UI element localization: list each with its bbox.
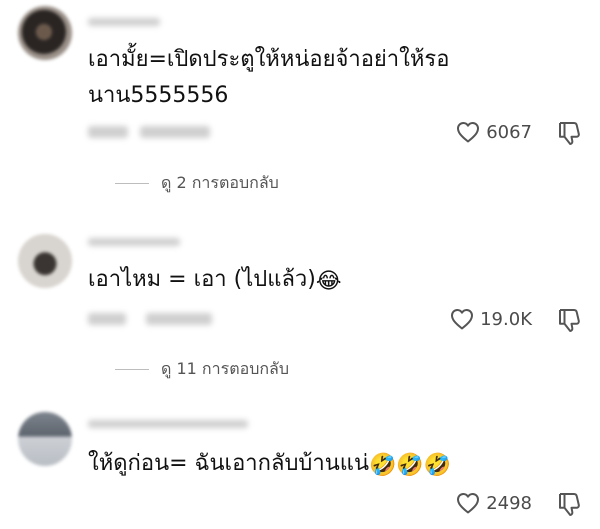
like-button[interactable]: 6067	[456, 121, 532, 143]
thumbs-down-outline-icon[interactable]	[556, 307, 582, 333]
like-count: 19.0K	[480, 308, 532, 330]
avatar[interactable]	[18, 412, 72, 466]
reply-link-blurred[interactable]	[140, 126, 210, 138]
rolling-on-floor-laughing-emoji: 🤣🤣🤣	[368, 453, 452, 478]
like-button[interactable]: 2498	[456, 492, 532, 514]
reply-link-blurred[interactable]	[146, 313, 212, 325]
divider	[115, 183, 149, 184]
like-count: 2498	[486, 492, 532, 514]
username-blurred[interactable]	[88, 238, 180, 246]
avatar[interactable]	[18, 6, 72, 60]
comment-meta-blurred	[88, 126, 128, 138]
comment-text: เอามั้ย=เปิดประตูให้หน่อยจ้าอย่าให้รอ นา…	[88, 47, 450, 108]
like-button[interactable]: 19.0K	[450, 308, 532, 330]
view-replies-button[interactable]: ดู 2 การตอบกลับ	[115, 171, 279, 196]
avatar[interactable]	[18, 234, 72, 288]
comment-meta-blurred	[88, 313, 126, 325]
username-blurred[interactable]	[88, 420, 248, 428]
comment-text: เอาไหม = เอา (ไปแล้ว)😂	[88, 267, 342, 294]
thumbs-down-outline-icon[interactable]	[556, 491, 582, 517]
heart-outline-icon	[457, 493, 480, 514]
thumbs-down-outline-icon[interactable]	[556, 120, 582, 146]
divider	[115, 369, 149, 370]
heart-outline-icon	[457, 122, 480, 143]
view-replies-button[interactable]: ดู 11 การตอบกลับ	[115, 357, 289, 382]
username-blurred[interactable]	[88, 18, 160, 26]
comment-text: ให้ดูก่อน= ฉันเอากลับบ้านแน่🤣🤣🤣	[88, 451, 452, 478]
tears-of-joy-emoji: 😂	[315, 269, 342, 294]
heart-outline-icon	[451, 309, 474, 330]
like-count: 6067	[486, 121, 532, 143]
